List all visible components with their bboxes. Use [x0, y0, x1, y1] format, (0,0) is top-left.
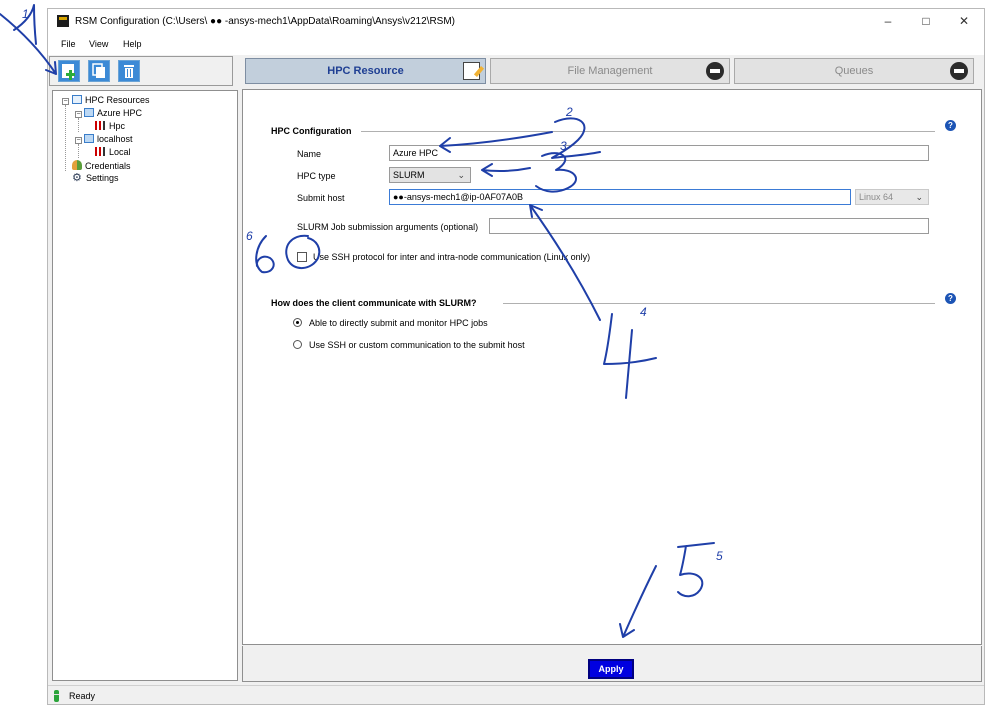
chevron-down-icon: ⌄ [457, 170, 465, 180]
platform-select: Linux 64 ⌄ [855, 189, 929, 205]
hpc-type-label: HPC type [297, 171, 336, 181]
ssh-custom-label: Use SSH or custom communication to the s… [309, 340, 525, 350]
menu-bar: File View Help [48, 34, 984, 55]
tab-label: File Management [567, 65, 653, 77]
tree-label: Settings [86, 173, 119, 183]
tree-label: HPC Resources [85, 95, 150, 105]
tree-label: Local [109, 147, 131, 157]
rsm-app-icon [57, 15, 69, 27]
resource-tree: − HPC Resources − Azure HPC Hpc − localh… [52, 90, 238, 681]
minimize-button[interactable]: – [870, 12, 906, 30]
communication-title: How does the client communicate with SLU… [271, 298, 477, 308]
expand-toggle[interactable]: − [62, 98, 69, 105]
credentials-icon [72, 160, 82, 170]
cluster-icon [84, 134, 94, 143]
ssh-custom-radio[interactable] [293, 340, 302, 349]
menu-file[interactable]: File [61, 39, 76, 49]
tab-label: Queues [834, 65, 874, 77]
tree-item-azure-hpc[interactable]: Azure HPC [84, 108, 142, 118]
name-label: Name [297, 149, 322, 159]
copy-icon [92, 63, 105, 78]
ssh-protocol-checkbox[interactable] [297, 252, 307, 262]
expand-toggle[interactable]: − [75, 137, 82, 144]
tree-item-local-queue[interactable]: Local [95, 147, 131, 157]
close-button[interactable]: ✕ [946, 12, 982, 30]
queue-icon [95, 121, 106, 130]
section-divider [503, 303, 935, 304]
tree-item-hpc-queue[interactable]: Hpc [95, 121, 125, 131]
add-icon [62, 64, 75, 80]
platform-value: Linux 64 [859, 192, 894, 202]
trash-icon [124, 65, 134, 78]
tree-item-hpc-resources[interactable]: HPC Resources [72, 95, 150, 105]
tab-hpc-resource[interactable]: HPC Resource [245, 58, 486, 84]
submit-host-input[interactable]: ●●-ansys-mech1@ip-0AF07A0B [389, 189, 851, 205]
tree-guide [78, 118, 79, 132]
tree-label: Credentials [85, 161, 131, 171]
tree-label: localhost [97, 134, 133, 144]
chevron-down-icon: ⌄ [915, 192, 923, 202]
hpc-resource-panel: HPC Configuration ? Name Azure HPC HPC t… [242, 89, 982, 645]
slurm-args-input[interactable] [489, 218, 929, 234]
duplicate-button[interactable] [88, 60, 110, 82]
apply-button[interactable]: Apply [588, 659, 634, 679]
tree-guide [65, 105, 66, 171]
edit-icon [463, 62, 480, 80]
tab-label: HPC Resource [327, 65, 404, 77]
delete-button[interactable] [118, 60, 140, 82]
action-area: Apply [242, 646, 982, 682]
queue-icon [95, 147, 106, 156]
status-light-icon [54, 690, 59, 702]
status-text: Ready [69, 691, 96, 701]
help-icon[interactable]: ? [945, 120, 956, 131]
annotation-mark [13, 4, 37, 45]
cluster-icon [84, 108, 94, 117]
tree-label: Azure HPC [97, 108, 143, 118]
title-bar: RSM Configuration (C:\Users\ ●● -ansys-m… [48, 9, 984, 34]
resources-folder-icon [72, 95, 82, 104]
tab-queues[interactable]: Queues [734, 58, 974, 84]
expand-toggle[interactable]: − [75, 111, 82, 118]
ssh-protocol-label: Use SSH protocol for inter and intra-nod… [313, 252, 591, 262]
window-title: RSM Configuration (C:\Users\ ●● -ansys-m… [75, 16, 455, 27]
hpc-configuration-title: HPC Configuration [271, 126, 352, 136]
tab-file-management[interactable]: File Management [490, 58, 730, 84]
tree-label: Hpc [109, 121, 126, 131]
minus-circle-icon [706, 62, 724, 80]
section-divider [361, 131, 935, 132]
hpc-type-select[interactable]: SLURM ⌄ [389, 167, 471, 183]
slurm-args-label: SLURM Job submission arguments (optional… [297, 222, 479, 232]
minus-circle-icon [950, 62, 968, 80]
tree-item-settings[interactable]: ⚙ Settings [72, 172, 119, 184]
submit-host-label: Submit host [297, 193, 345, 203]
status-bar: Ready [48, 685, 984, 704]
gear-icon: ⚙ [72, 172, 82, 184]
tab-bar: HPC Resource File Management Queues [242, 56, 982, 86]
direct-submit-radio[interactable] [293, 318, 302, 327]
tree-guide [78, 144, 79, 158]
hpc-type-value: SLURM [393, 170, 425, 180]
name-input[interactable]: Azure HPC [389, 145, 929, 161]
maximize-button[interactable]: □ [908, 12, 944, 30]
help-icon[interactable]: ? [945, 293, 956, 304]
annotation-label: 1 [22, 7, 29, 21]
tree-item-credentials[interactable]: Credentials [72, 160, 131, 171]
direct-submit-label: Able to directly submit and monitor HPC … [309, 318, 488, 328]
add-hpc-resource-button[interactable] [58, 60, 80, 82]
tree-item-localhost[interactable]: localhost [84, 134, 133, 144]
toolbar [49, 56, 233, 86]
menu-view[interactable]: View [89, 39, 108, 49]
rsm-window: RSM Configuration (C:\Users\ ●● -ansys-m… [47, 8, 985, 705]
menu-help[interactable]: Help [123, 39, 142, 49]
